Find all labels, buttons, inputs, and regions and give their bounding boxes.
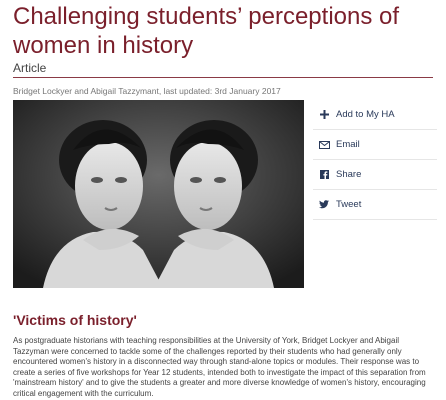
title-divider [13,77,433,78]
article-byline: Bridget Lockyer and Abigail Tazzymant, l… [13,86,281,96]
email-button[interactable]: Email [313,130,437,160]
section-heading: 'Victims of history' [13,312,137,328]
email-label: Email [336,139,360,150]
twitter-icon [318,199,330,211]
facebook-share-button[interactable]: Share [313,160,437,190]
tweet-label: Tweet [336,199,362,210]
article-type-label: Article [13,61,47,75]
article-title: Challenging students’ perceptions of wom… [13,3,400,59]
tweet-button[interactable]: Tweet [313,190,437,220]
share-panel: Add to My HA Email Share Tweet [313,100,437,220]
plus-icon [318,109,330,121]
add-to-my-ha-label: Add to My HA [336,109,395,120]
add-to-my-ha-button[interactable]: Add to My HA [313,100,437,130]
mirrored-portrait-photo [13,100,304,288]
facebook-icon [318,169,330,181]
hero-image [13,100,304,288]
share-label: Share [336,169,362,180]
envelope-icon [318,139,330,151]
article-paragraph: As postgraduate historians with teaching… [13,336,426,398]
